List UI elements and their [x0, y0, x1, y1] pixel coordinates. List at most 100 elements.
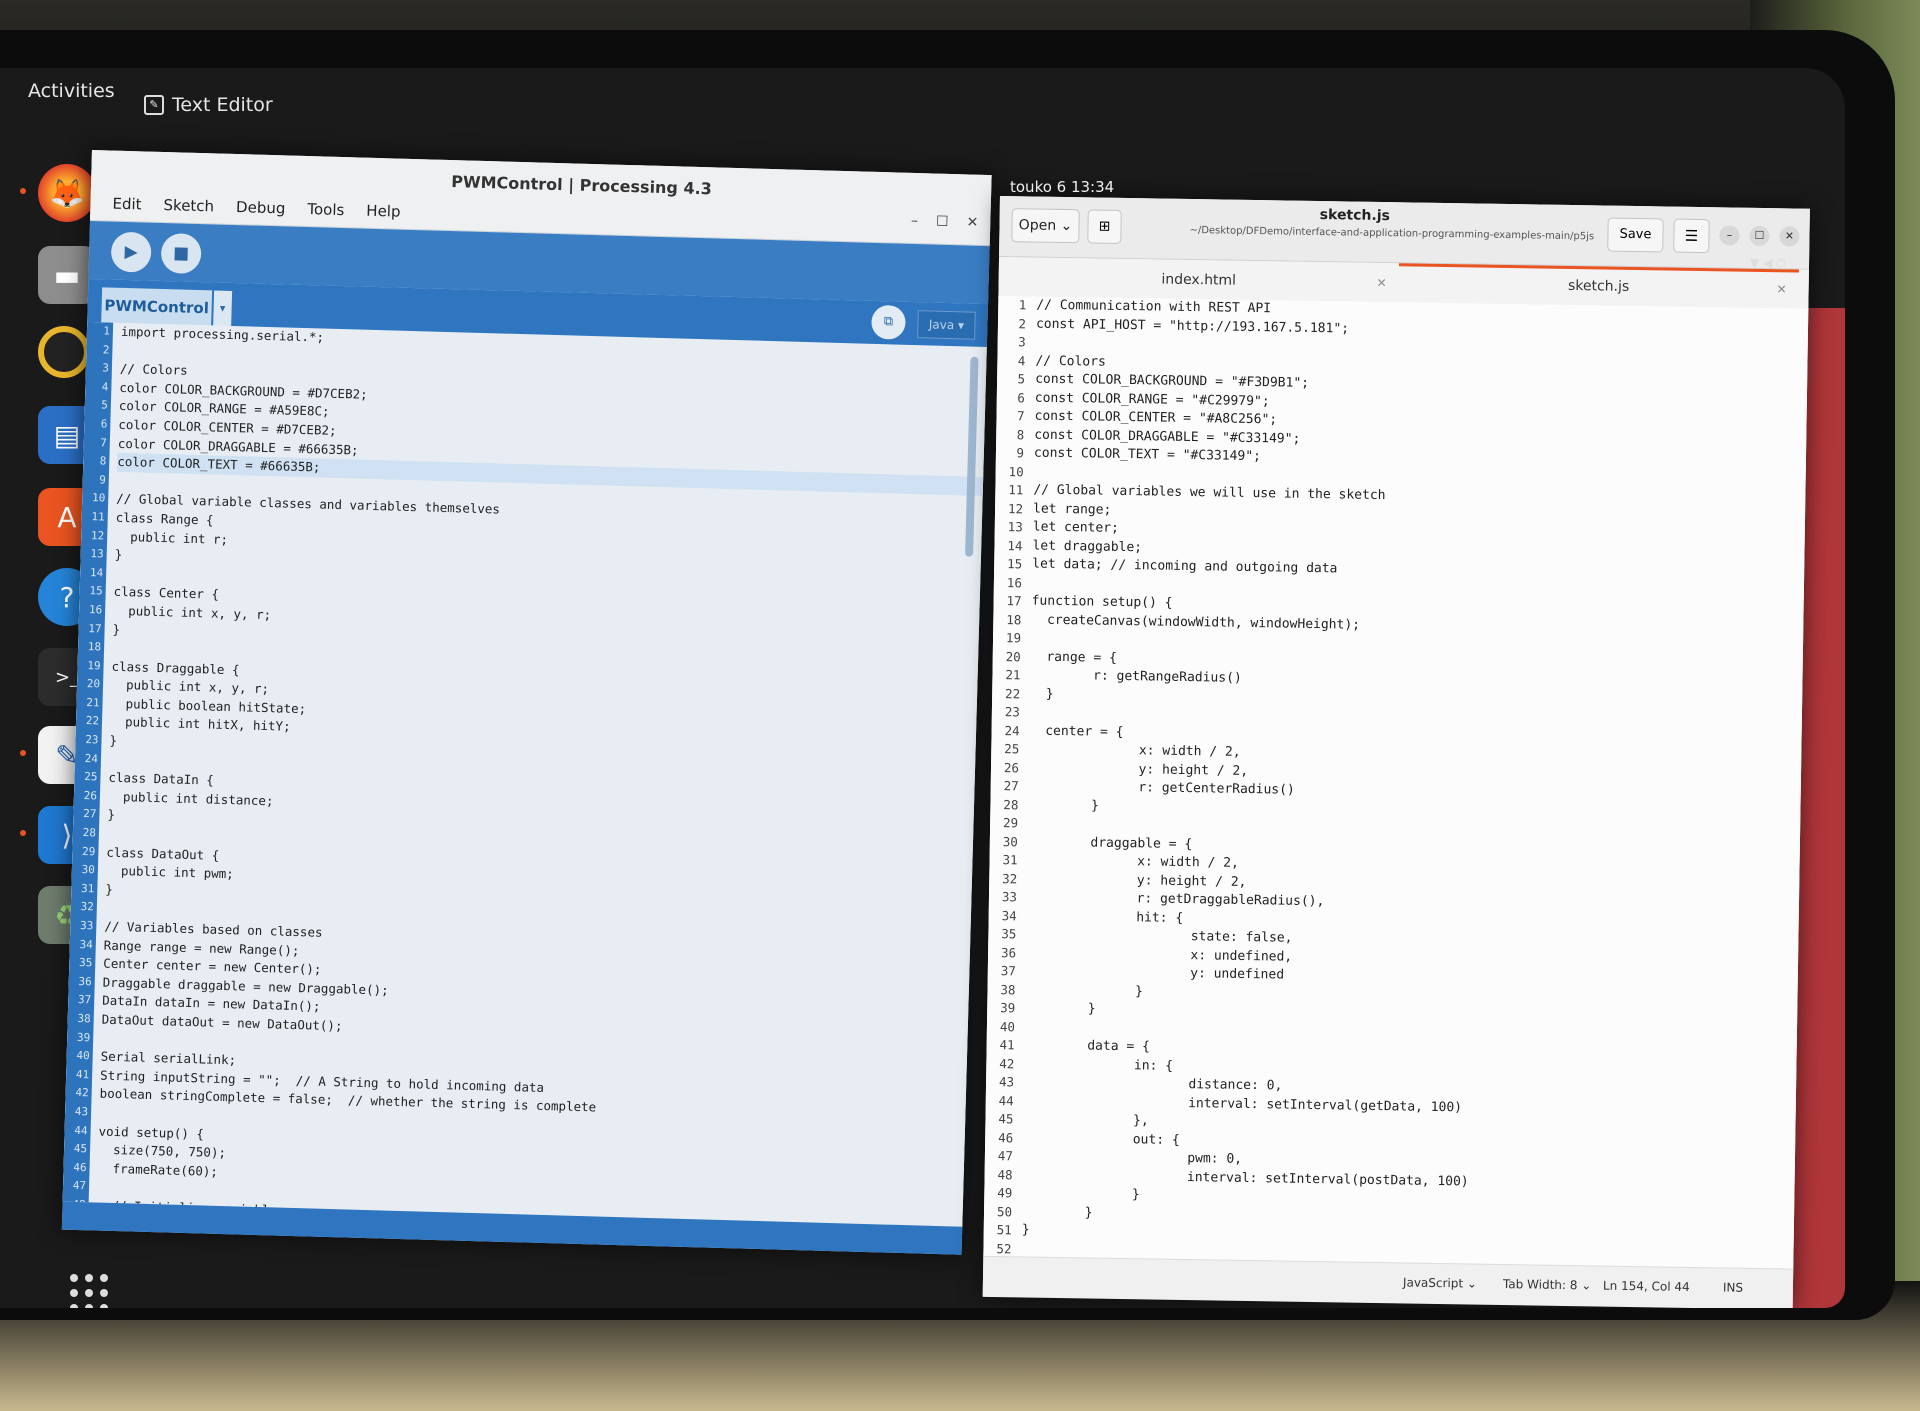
- close-icon[interactable]: ✕: [1776, 272, 1787, 306]
- line-number: 20: [1005, 648, 1021, 664]
- running-indicator: [20, 830, 26, 836]
- play-icon: ▶: [124, 241, 138, 263]
- line-number: 8: [1016, 426, 1025, 442]
- new-document-icon[interactable]: ⊞: [1087, 209, 1122, 244]
- line-number: 35: [1001, 926, 1017, 942]
- line-number: 39: [1000, 1000, 1016, 1016]
- processing-code-editor[interactable]: 1 2 3 4 5 6 7 8 9 10 11 12 13 14 15 16 17 18 19 20 21 22 23 24 2…: [62, 321, 987, 1227]
- text-editor-window: Open ⌄ ⊞ sketch.js ~/Desktop/DFDemo/inte…: [982, 196, 1810, 1308]
- menu-tools[interactable]: Tools: [307, 200, 344, 219]
- line-number: 30: [81, 863, 96, 877]
- line-number: 7: [1016, 408, 1025, 424]
- line-number: 46: [998, 1129, 1014, 1145]
- line-number: 29: [81, 844, 96, 858]
- line-number: 17: [1006, 593, 1022, 609]
- run-button[interactable]: ▶: [110, 231, 152, 273]
- open-button[interactable]: Open ⌄: [1011, 208, 1080, 244]
- line-number: 26: [83, 788, 98, 803]
- line-number: 41: [75, 1067, 90, 1082]
- line-number: 51: [996, 1222, 1012, 1238]
- line-number: 31: [1002, 852, 1018, 868]
- rhythmbox-icon[interactable]: [38, 326, 90, 378]
- close-icon[interactable]: ✕: [1779, 226, 1800, 247]
- minimize-icon[interactable]: –: [1719, 225, 1740, 246]
- hamburger-menu-icon[interactable]: ☰: [1673, 218, 1710, 254]
- running-indicator: [20, 188, 26, 194]
- line-number: 1: [1018, 297, 1027, 313]
- line-number: 19: [87, 658, 101, 673]
- close-icon[interactable]: ✕: [1376, 263, 1387, 303]
- line-number: 35: [78, 956, 93, 970]
- line-number: 9: [1016, 445, 1025, 461]
- line-number: 44: [998, 1092, 1014, 1108]
- firefox-icon[interactable]: 🦊: [38, 164, 96, 222]
- line-number: 33: [79, 918, 94, 933]
- text-editor-window-controls: – ☐ ✕: [1719, 225, 1800, 247]
- tab-menu-arrow-icon[interactable]: ▾: [213, 290, 233, 327]
- processing-window-title: PWMControl | Processing 4.3: [450, 172, 713, 199]
- clock[interactable]: touko 6 13:34: [1010, 178, 1114, 196]
- text-editor-code-view[interactable]: 1 2 3 4 5 6 7 8 9 10 11 12 13 14 15 16 17 18 19 20 21 22 23 24 2…: [983, 295, 1809, 1269]
- line-number: 47: [997, 1148, 1014, 1164]
- line-number: 30: [1002, 833, 1018, 849]
- line-number: 8: [99, 454, 107, 468]
- code-area[interactable]: import processing.serial.*;// Colors colo…: [89, 323, 987, 1227]
- tab-label: index.html: [1161, 271, 1237, 289]
- line-number: 32: [80, 900, 95, 914]
- line-number: 32: [1002, 870, 1018, 886]
- open-label: Open: [1018, 217, 1057, 234]
- tab-label: sketch.js: [1567, 277, 1630, 295]
- maximize-icon[interactable]: ☐: [1749, 225, 1770, 247]
- line-number: 12: [1007, 500, 1024, 516]
- line-number: 40: [999, 1018, 1016, 1034]
- menu-help[interactable]: Help: [366, 202, 401, 221]
- running-indicator: [20, 750, 26, 756]
- line-number: 41: [999, 1037, 1015, 1053]
- menu-edit[interactable]: Edit: [112, 195, 142, 214]
- line-number: 1: [103, 324, 111, 338]
- line-number: 6: [1017, 389, 1025, 405]
- language-selector[interactable]: JavaScript ⌄: [1403, 1275, 1477, 1290]
- line-number: 39: [76, 1030, 91, 1044]
- save-button[interactable]: Save: [1607, 217, 1664, 253]
- minimize-icon[interactable]: –: [911, 213, 918, 229]
- show-apps-icon[interactable]: [70, 1274, 108, 1308]
- line-number: 36: [78, 974, 92, 989]
- line-number: 5: [101, 398, 109, 412]
- line-number: 34: [79, 937, 94, 951]
- line-number: 27: [83, 807, 97, 821]
- tab-width-selector[interactable]: Tab Width: 8 ⌄: [1503, 1277, 1592, 1292]
- processing-window: PWMControl | Processing 4.3 Edit Sketch …: [61, 150, 992, 1255]
- line-number: 47: [72, 1179, 87, 1193]
- cursor-position[interactable]: Ln 154, Col 44: [1603, 1279, 1690, 1294]
- stop-button[interactable]: ■: [160, 232, 202, 275]
- mode-selector[interactable]: Java ▾: [917, 310, 976, 340]
- wifi-icon: ▼: [1750, 256, 1760, 270]
- line-number: 14: [1007, 537, 1023, 553]
- tab-pwmcontrol[interactable]: PWMControl: [101, 287, 213, 327]
- line-number: 28: [82, 826, 97, 840]
- line-number: 24: [84, 751, 99, 766]
- line-number: 13: [90, 547, 104, 561]
- line-number: 42: [75, 1086, 89, 1100]
- line-number: 23: [85, 733, 99, 747]
- line-number: 19: [1005, 630, 1022, 646]
- document-title: sketch.js: [1319, 207, 1391, 225]
- line-number: 33: [1001, 889, 1018, 905]
- line-number: 31: [80, 881, 95, 896]
- line-number: 10: [1008, 463, 1024, 479]
- line-number: 25: [84, 770, 98, 784]
- menu-sketch[interactable]: Sketch: [163, 196, 214, 215]
- activities-button[interactable]: Activities: [28, 80, 115, 102]
- line-number: 36: [1000, 944, 1017, 960]
- insert-mode: INS: [1722, 1280, 1744, 1295]
- maximize-icon[interactable]: ☐: [936, 214, 949, 230]
- line-number: 24: [1004, 722, 1020, 738]
- system-tray[interactable]: ▼ ◀ ⏻: [1750, 256, 1786, 271]
- active-app-menu[interactable]: ✎ Text Editor: [144, 94, 273, 116]
- code-area[interactable]: // Communication with REST API const API_…: [1015, 296, 1808, 1268]
- line-number: 18: [87, 640, 102, 654]
- close-icon[interactable]: ✕: [966, 214, 978, 230]
- menu-debug[interactable]: Debug: [236, 198, 286, 217]
- debugger-button[interactable]: ⧉: [871, 304, 906, 340]
